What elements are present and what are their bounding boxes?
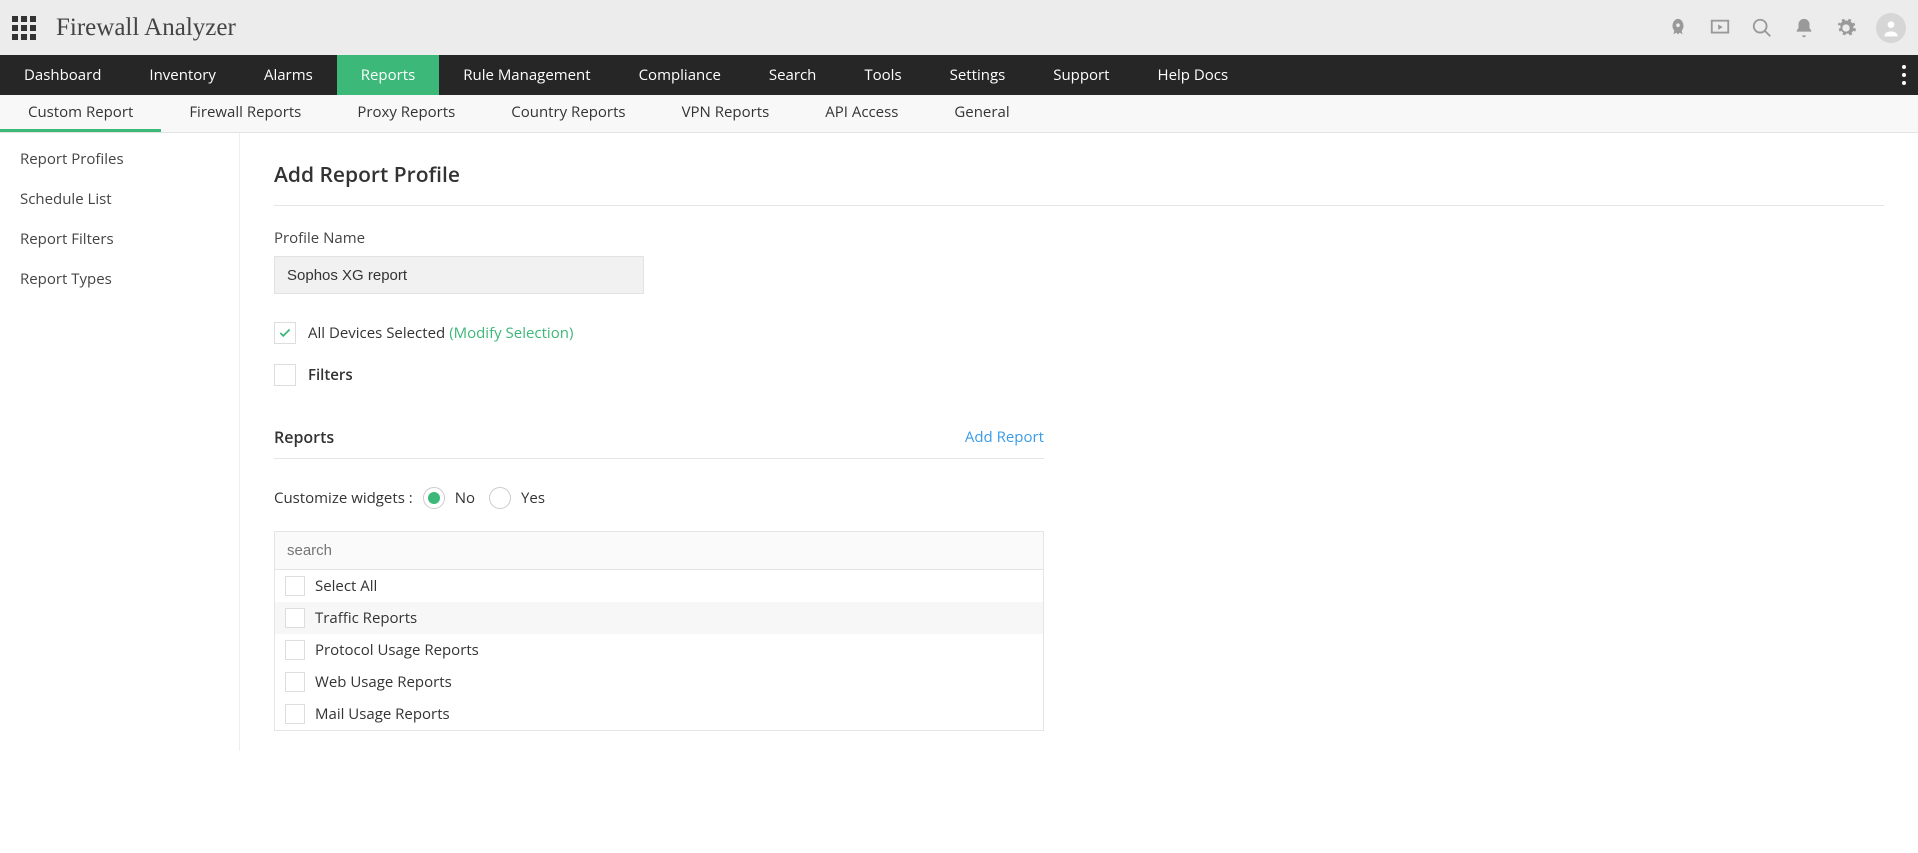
- subnav-country-reports[interactable]: Country Reports: [483, 95, 653, 132]
- subnav-firewall-reports[interactable]: Firewall Reports: [161, 95, 329, 132]
- bell-icon[interactable]: [1792, 16, 1816, 40]
- radio-yes[interactable]: [489, 487, 511, 509]
- nav-dashboard[interactable]: Dashboard: [0, 55, 125, 95]
- subnav-vpn-reports[interactable]: VPN Reports: [654, 95, 798, 132]
- nav-rule-management[interactable]: Rule Management: [439, 55, 614, 95]
- apps-grid-icon[interactable]: [12, 16, 36, 40]
- add-report-link[interactable]: Add Report: [965, 427, 1044, 447]
- main-area: Add Report Profile Profile Name All Devi…: [240, 133, 1918, 751]
- reports-list[interactable]: Select All Traffic Reports Protocol Usag…: [275, 570, 1043, 730]
- header-actions: [1666, 13, 1906, 43]
- sidebar-report-filters[interactable]: Report Filters: [0, 219, 239, 259]
- report-checkbox[interactable]: [285, 672, 305, 692]
- report-checkbox[interactable]: [285, 704, 305, 724]
- report-item-select-all[interactable]: Select All: [275, 570, 1043, 602]
- report-checkbox[interactable]: [285, 640, 305, 660]
- sub-nav: Custom Report Firewall Reports Proxy Rep…: [0, 95, 1918, 133]
- report-item-protocol[interactable]: Protocol Usage Reports: [275, 634, 1043, 666]
- top-header: Firewall Analyzer: [0, 0, 1918, 55]
- gear-icon[interactable]: [1834, 16, 1858, 40]
- subnav-custom-report[interactable]: Custom Report: [0, 95, 161, 132]
- nav-compliance[interactable]: Compliance: [615, 55, 745, 95]
- page-title: Add Report Profile: [274, 161, 1884, 206]
- nav-settings[interactable]: Settings: [926, 55, 1030, 95]
- report-item-label: Mail Usage Reports: [315, 704, 450, 724]
- modify-selection-link[interactable]: (Modify Selection): [449, 323, 573, 343]
- report-item-label: Select All: [315, 576, 377, 596]
- report-checkbox[interactable]: [285, 608, 305, 628]
- nav-tools[interactable]: Tools: [840, 55, 925, 95]
- radio-no-label: No: [455, 488, 475, 508]
- reports-section-header: Reports Add Report: [274, 426, 1044, 459]
- subnav-proxy-reports[interactable]: Proxy Reports: [329, 95, 483, 132]
- nav-alarms[interactable]: Alarms: [240, 55, 337, 95]
- reports-search-input[interactable]: [275, 532, 1043, 570]
- nav-inventory[interactable]: Inventory: [125, 55, 240, 95]
- rocket-icon[interactable]: [1666, 16, 1690, 40]
- sidebar-schedule-list[interactable]: Schedule List: [0, 179, 239, 219]
- filters-checkbox[interactable]: [274, 364, 296, 386]
- content: Report Profiles Schedule List Report Fil…: [0, 133, 1918, 751]
- presentation-icon[interactable]: [1708, 16, 1732, 40]
- user-avatar-icon[interactable]: [1876, 13, 1906, 43]
- subnav-general[interactable]: General: [926, 95, 1037, 132]
- report-checkbox[interactable]: [285, 576, 305, 596]
- profile-name-input[interactable]: [274, 256, 644, 294]
- customize-widgets-row: Customize widgets : No Yes: [274, 487, 1884, 509]
- sidebar-report-types[interactable]: Report Types: [0, 259, 239, 299]
- radio-no[interactable]: [423, 487, 445, 509]
- subnav-api-access[interactable]: API Access: [797, 95, 926, 132]
- report-item-label: Protocol Usage Reports: [315, 640, 479, 660]
- nav-search[interactable]: Search: [745, 55, 841, 95]
- report-item-traffic[interactable]: Traffic Reports: [275, 602, 1043, 634]
- search-icon[interactable]: [1750, 16, 1774, 40]
- report-item-web[interactable]: Web Usage Reports: [275, 666, 1043, 698]
- nav-help-docs[interactable]: Help Docs: [1134, 55, 1253, 95]
- nav-more-icon[interactable]: [1890, 55, 1918, 95]
- nav-support[interactable]: Support: [1029, 55, 1133, 95]
- profile-name-label: Profile Name: [274, 228, 1884, 248]
- all-devices-label: All Devices Selected: [308, 323, 445, 343]
- nav-reports[interactable]: Reports: [337, 55, 440, 95]
- filters-row: Filters: [274, 364, 1884, 386]
- app-title: Firewall Analyzer: [56, 14, 236, 42]
- report-item-mail[interactable]: Mail Usage Reports: [275, 698, 1043, 730]
- report-item-label: Web Usage Reports: [315, 672, 452, 692]
- left-sidebar: Report Profiles Schedule List Report Fil…: [0, 133, 240, 751]
- sidebar-report-profiles[interactable]: Report Profiles: [0, 139, 239, 179]
- filters-label: Filters: [308, 365, 353, 385]
- reports-list-box: Select All Traffic Reports Protocol Usag…: [274, 531, 1044, 731]
- reports-section-title: Reports: [274, 426, 334, 448]
- main-nav: Dashboard Inventory Alarms Reports Rule …: [0, 55, 1918, 95]
- radio-yes-label: Yes: [521, 488, 545, 508]
- all-devices-row: All Devices Selected (Modify Selection): [274, 322, 1884, 344]
- all-devices-checkbox[interactable]: [274, 322, 296, 344]
- customize-widgets-label: Customize widgets :: [274, 488, 413, 508]
- report-item-label: Traffic Reports: [315, 608, 417, 628]
